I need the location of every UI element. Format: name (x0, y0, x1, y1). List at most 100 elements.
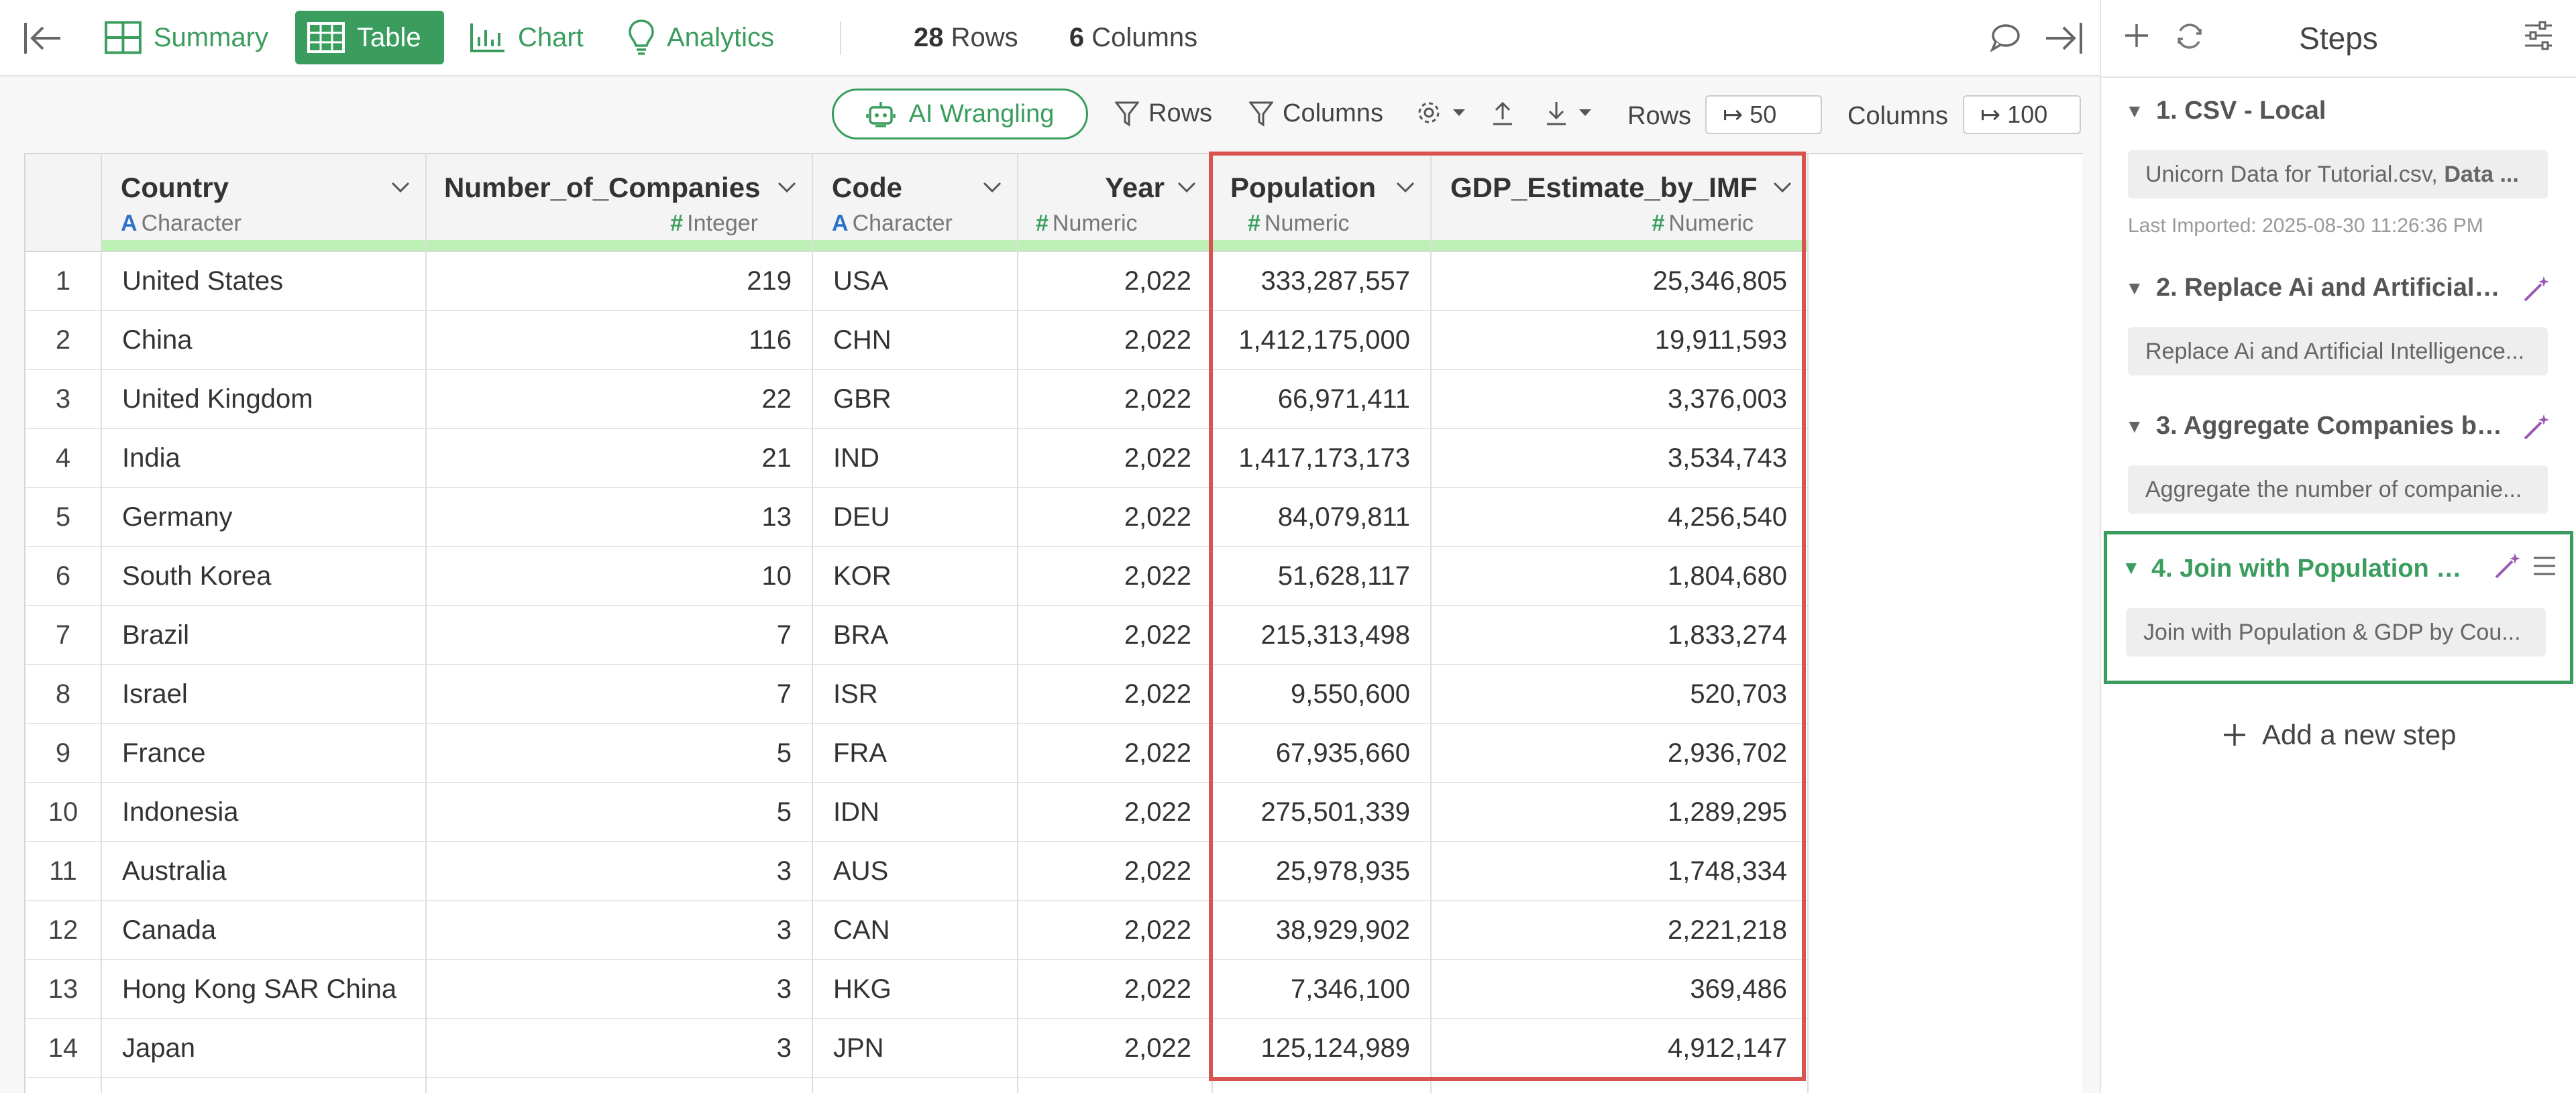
table-cell[interactable]: 7 (427, 606, 812, 665)
table-cell[interactable]: 2,221,218 (1432, 901, 1807, 960)
table-cell[interactable]: 4,912,147 (1432, 1019, 1807, 1078)
table-cell[interactable]: 520,703 (1432, 665, 1807, 724)
table-cell[interactable]: 2,022 (1018, 488, 1212, 547)
export-up-button[interactable] (1491, 99, 1524, 126)
table-cell[interactable]: 3 (427, 901, 812, 960)
caret-down-icon[interactable]: ▼ (2125, 101, 2144, 122)
table-cell[interactable]: 21 (427, 429, 812, 488)
table-cell[interactable]: BRA (813, 606, 1017, 665)
table-cell[interactable]: JPN (813, 1019, 1017, 1078)
table-cell[interactable]: IND (813, 429, 1017, 488)
table-cell[interactable]: 84,079,811 (1213, 488, 1430, 547)
table-cell[interactable]: 2,022 (1018, 1019, 1212, 1078)
table-cell[interactable]: Japan (102, 1019, 425, 1078)
table-cell[interactable]: 2,022 (1018, 252, 1212, 311)
table-cell[interactable]: Brazil (102, 606, 425, 665)
chevron-down-icon[interactable] (982, 181, 1002, 193)
table-cell[interactable]: DEU (813, 488, 1017, 547)
table-cell[interactable]: 1,833,274 (1432, 606, 1807, 665)
columns-limit-input[interactable]: ↦ 100 (1963, 95, 2081, 134)
table-cell[interactable]: 25,346,805 (1432, 252, 1807, 311)
table-cell[interactable]: 25,978,935 (1213, 842, 1430, 901)
table-cell[interactable]: IDN (813, 783, 1017, 842)
table-cell[interactable]: 1,748,334 (1432, 842, 1807, 901)
table-cell[interactable]: 9,550,600 (1213, 665, 1430, 724)
column-header[interactable]: Country A Character (102, 154, 425, 252)
table-cell[interactable]: 5 (427, 724, 812, 783)
chevron-down-icon[interactable] (777, 181, 797, 193)
column-header[interactable]: Year # Numeric (1018, 154, 1212, 252)
step-3-description[interactable]: Aggregate the number of companie... (2128, 465, 2548, 514)
caret-down-icon[interactable]: ▼ (2125, 278, 2144, 299)
tab-table[interactable]: Table (295, 11, 444, 64)
caret-down-icon[interactable]: ▼ (2122, 557, 2141, 579)
step-4[interactable]: ▼ 4. Join with Population & ... Join wit… (2104, 531, 2573, 684)
table-cell[interactable]: 2,022 (1018, 724, 1212, 783)
refresh-icon[interactable] (2174, 20, 2206, 52)
table-cell[interactable]: 3,376,003 (1432, 370, 1807, 429)
table-cell[interactable]: 19,911,593 (1432, 311, 1807, 370)
chevron-down-icon[interactable] (1177, 181, 1197, 193)
table-cell[interactable]: 3 (427, 1019, 812, 1078)
table-cell[interactable]: 7,346,100 (1213, 960, 1430, 1019)
table-cell[interactable]: 2,022 (1018, 547, 1212, 606)
table-cell[interactable]: FRA (813, 724, 1017, 783)
table-cell[interactable]: 3 (427, 842, 812, 901)
table-cell[interactable]: 1,412,175,000 (1213, 311, 1430, 370)
table-cell[interactable]: 38,929,902 (1213, 901, 1430, 960)
table-cell[interactable]: 2,022 (1018, 665, 1212, 724)
table-cell[interactable]: 2,022 (1018, 429, 1212, 488)
table-cell[interactable]: 125,124,989 (1213, 1019, 1430, 1078)
chevron-down-icon[interactable] (390, 181, 411, 193)
table-cell[interactable]: GBR (813, 370, 1017, 429)
collapse-left-icon[interactable] (23, 20, 63, 56)
table-cell[interactable]: 2,022 (1018, 960, 1212, 1019)
table-cell[interactable]: USA (813, 252, 1017, 311)
table-cell[interactable]: 2,022 (1018, 311, 1212, 370)
menu-icon[interactable] (2532, 555, 2557, 577)
caret-down-icon[interactable]: ▼ (2125, 416, 2144, 437)
table-cell[interactable]: AUS (813, 842, 1017, 901)
table-cell[interactable]: 219 (427, 252, 812, 311)
table-cell[interactable]: CHN (813, 311, 1017, 370)
table-cell[interactable]: Indonesia (102, 783, 425, 842)
table-cell[interactable]: 3 (427, 960, 812, 1019)
add-icon[interactable] (2121, 20, 2152, 51)
column-header[interactable]: GDP_Estimate_by_IMF # Numeric (1432, 154, 1807, 252)
table-cell[interactable]: 2,022 (1018, 901, 1212, 960)
ai-wrangling-button[interactable]: AI Wrangling (832, 89, 1088, 139)
columns-filter-button[interactable]: Columns (1249, 99, 1383, 128)
table-cell[interactable]: 4,256,540 (1432, 488, 1807, 547)
settings-dropdown[interactable] (1415, 99, 1476, 126)
table-cell[interactable]: 2,022 (1018, 606, 1212, 665)
column-header[interactable]: Population # Numeric (1213, 154, 1430, 252)
table-cell[interactable]: ISR (813, 665, 1017, 724)
table-cell[interactable]: 2,022 (1018, 783, 1212, 842)
tab-chart[interactable]: Chart (458, 11, 598, 64)
table-cell[interactable]: Israel (102, 665, 425, 724)
column-header[interactable]: Number_of_Companies # Integer (427, 154, 812, 252)
rows-limit-input[interactable]: ↦ 50 (1705, 95, 1822, 134)
table-cell[interactable]: KOR (813, 547, 1017, 606)
table-cell[interactable]: Hong Kong SAR China (102, 960, 425, 1019)
table-cell[interactable]: 2,936,702 (1432, 724, 1807, 783)
table-cell[interactable]: 275,501,339 (1213, 783, 1430, 842)
table-cell[interactable]: 13 (427, 488, 812, 547)
table-cell[interactable]: India (102, 429, 425, 488)
column-header[interactable]: Code A Character (813, 154, 1017, 252)
step-2-description[interactable]: Replace Ai and Artificial Intelligence..… (2128, 327, 2548, 376)
table-cell[interactable]: United Kingdom (102, 370, 425, 429)
tab-summary[interactable]: Summary (93, 11, 280, 64)
table-cell[interactable]: Canada (102, 901, 425, 960)
step-4-description[interactable]: Join with Population & GDP by Cou... (2126, 608, 2546, 656)
table-cell[interactable]: 51,628,117 (1213, 547, 1430, 606)
table-cell[interactable]: 215,313,498 (1213, 606, 1430, 665)
table-cell[interactable]: 22 (427, 370, 812, 429)
table-cell[interactable]: CAN (813, 901, 1017, 960)
table-cell[interactable]: United States (102, 252, 425, 311)
table-cell[interactable]: France (102, 724, 425, 783)
table-cell[interactable]: 116 (427, 311, 812, 370)
table-cell[interactable]: HKG (813, 960, 1017, 1019)
download-dropdown[interactable] (1544, 99, 1602, 126)
table-cell[interactable]: 333,287,557 (1213, 252, 1430, 311)
